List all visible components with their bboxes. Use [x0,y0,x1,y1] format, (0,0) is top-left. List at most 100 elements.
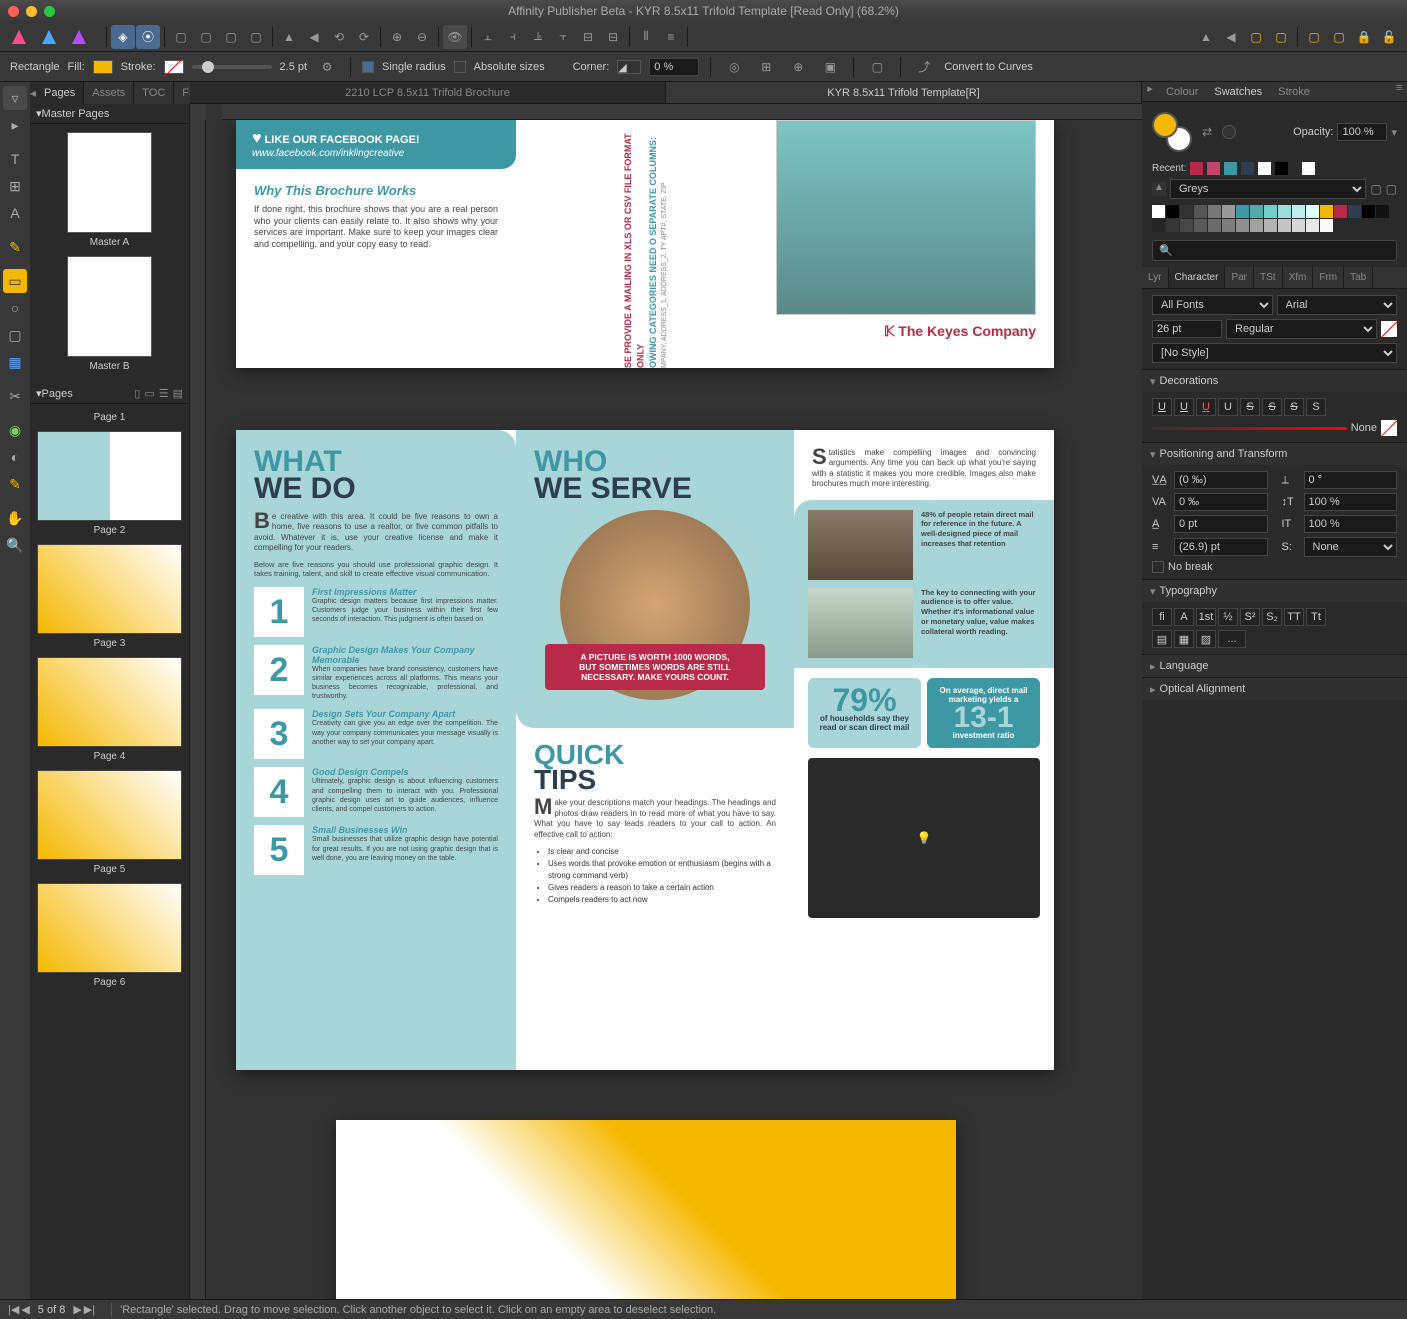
recent-swatch[interactable] [1190,162,1203,175]
arrange-forward-icon[interactable]: ▢ [219,25,243,49]
rounded-rect-tool-icon[interactable]: ▢ [3,323,27,347]
artistic-text-tool-icon[interactable]: A [3,201,27,225]
close-icon[interactable] [8,6,19,17]
space-h-icon[interactable]: ▲ [1194,25,1218,49]
tab-figures-icon[interactable]: ▤ [1152,630,1172,648]
ungroup-icon[interactable]: ▢ [1269,25,1293,49]
strike-color-icon[interactable]: S [1284,398,1304,416]
arrange-front-icon[interactable]: ▢ [244,25,268,49]
stroke-swatch[interactable] [164,60,184,74]
hscale-input[interactable] [1304,493,1398,511]
fill-color-well[interactable] [1152,112,1178,138]
zoom-tool-icon[interactable]: 🔍 [3,533,27,557]
arrange-back-icon[interactable]: ▢ [169,25,193,49]
font-collection[interactable]: All Fonts [1152,295,1273,315]
tracking-input[interactable] [1174,471,1268,489]
palette-swatch[interactable] [1236,205,1249,218]
arrange-backward-icon[interactable]: ▢ [194,25,218,49]
unlock-icon[interactable]: 🔓 [1377,25,1401,49]
nobreak-check[interactable] [1152,561,1164,573]
view-list-icon[interactable]: ☰ [159,387,169,400]
ellipse-tool-icon[interactable]: ○ [3,296,27,320]
subscript-icon[interactable]: S₂ [1262,608,1282,626]
recent-swatch[interactable] [1275,162,1288,175]
typography-more-icon[interactable]: ... [1218,630,1246,648]
gear-icon[interactable]: ⚙ [315,55,339,79]
add-swatch-icon[interactable]: ▢ [1370,182,1381,196]
master-b-thumb[interactable] [67,256,152,357]
align-opts-icon[interactable]: ◎ [722,55,746,79]
baseline-input[interactable] [1174,515,1268,533]
first-page-icon[interactable]: |◀ [8,1303,19,1316]
rectangle-tool-icon[interactable]: ▭ [3,269,27,293]
next-page-icon[interactable]: ▶ [73,1303,81,1316]
underline-none-icon[interactable]: U [1218,398,1238,416]
space-v-icon[interactable]: ◀ [1219,25,1243,49]
fractions-icon[interactable]: 1st [1196,608,1216,626]
palette-swatch[interactable] [1152,219,1165,232]
absolute-sizes-check[interactable] [454,61,466,73]
palette-swatch[interactable] [1166,219,1179,232]
insert-inside-icon[interactable]: ▢ [1302,25,1326,49]
align-top-icon[interactable]: ⫟ [551,25,575,49]
positioning-header[interactable]: Positioning and Transform [1142,443,1407,465]
ctab-paragraph[interactable]: Par [1225,267,1254,288]
palette-swatch[interactable] [1278,205,1291,218]
snap-toggle-icon[interactable]: ◈ [111,25,135,49]
panel-menu-right-icon[interactable]: ≡ [1391,82,1407,101]
palette-swatch[interactable] [1236,219,1249,232]
palette-swatch[interactable] [1278,219,1291,232]
convert-icon[interactable]: ⤴ [912,55,936,79]
language-header[interactable]: Language [1142,655,1407,677]
none-color-icon[interactable] [1222,125,1236,139]
recent-swatch[interactable] [1241,162,1254,175]
convert-curves-button[interactable]: Convert to Curves [944,61,1033,73]
view-single-icon[interactable]: ▯ [134,387,140,400]
node-tool-icon[interactable]: ▸ [3,113,27,137]
palette-swatch[interactable] [1166,205,1179,218]
show-grid-icon[interactable]: ⊞ [754,55,778,79]
ctab-layers[interactable]: Lyr [1142,267,1169,288]
tab-toc[interactable]: TOC [134,82,174,104]
view-spread-icon[interactable]: ▭ [144,387,154,400]
prop-figures-icon[interactable]: ▦ [1174,630,1194,648]
swatch-search[interactable]: 🔍 [1152,240,1397,261]
palette-swatch[interactable] [1250,219,1263,232]
add-icon[interactable]: ⊕ [385,25,409,49]
swap-colors-icon[interactable]: ⇄ [1202,125,1212,139]
font-family[interactable]: Arial [1277,295,1398,315]
tab-swatches[interactable]: Swatches [1206,82,1270,101]
deco-color[interactable] [1381,420,1397,436]
page-5-thumb[interactable] [37,770,182,860]
font-weight[interactable]: Regular [1226,319,1377,339]
strike-double-icon[interactable]: S [1262,398,1282,416]
fill-swatch[interactable] [93,60,113,74]
palette-swatch[interactable] [1376,205,1389,218]
master-pages-header[interactable]: ▾ Master Pages [30,104,189,124]
palette-swatch[interactable] [1222,205,1235,218]
allcaps-icon[interactable]: Tt [1306,608,1326,626]
single-radius-check[interactable] [362,61,374,73]
palette-swatch[interactable] [1180,219,1193,232]
zoom-icon[interactable] [44,6,55,17]
typography-header[interactable]: Typography [1142,580,1407,602]
palette-swatch[interactable] [1320,219,1333,232]
leading-input[interactable] [1174,538,1268,556]
palette-swatch[interactable] [1208,205,1221,218]
palette-swatch[interactable] [1292,219,1305,232]
preview-icon[interactable]: 👁 [443,25,467,49]
double-underline-icon[interactable]: U [1174,398,1194,416]
palette-swatch[interactable] [1264,205,1277,218]
underline-icon[interactable]: U [1152,398,1172,416]
palette-swatch[interactable] [1222,219,1235,232]
distribute-v-icon[interactable]: ≡ [659,25,683,49]
pan-tool-icon[interactable]: ✋ [3,506,27,530]
ctab-textstyles[interactable]: TSt [1254,267,1283,288]
smallcaps-icon[interactable]: TT [1284,608,1304,626]
tab-colour[interactable]: Colour [1158,82,1206,101]
add-page-icon[interactable]: ▤ [173,387,183,400]
selection-box-icon[interactable]: ▢ [865,55,889,79]
recent-swatch[interactable] [1302,162,1315,175]
palette-swatch[interactable] [1250,205,1263,218]
palette-swatch[interactable] [1152,205,1165,218]
